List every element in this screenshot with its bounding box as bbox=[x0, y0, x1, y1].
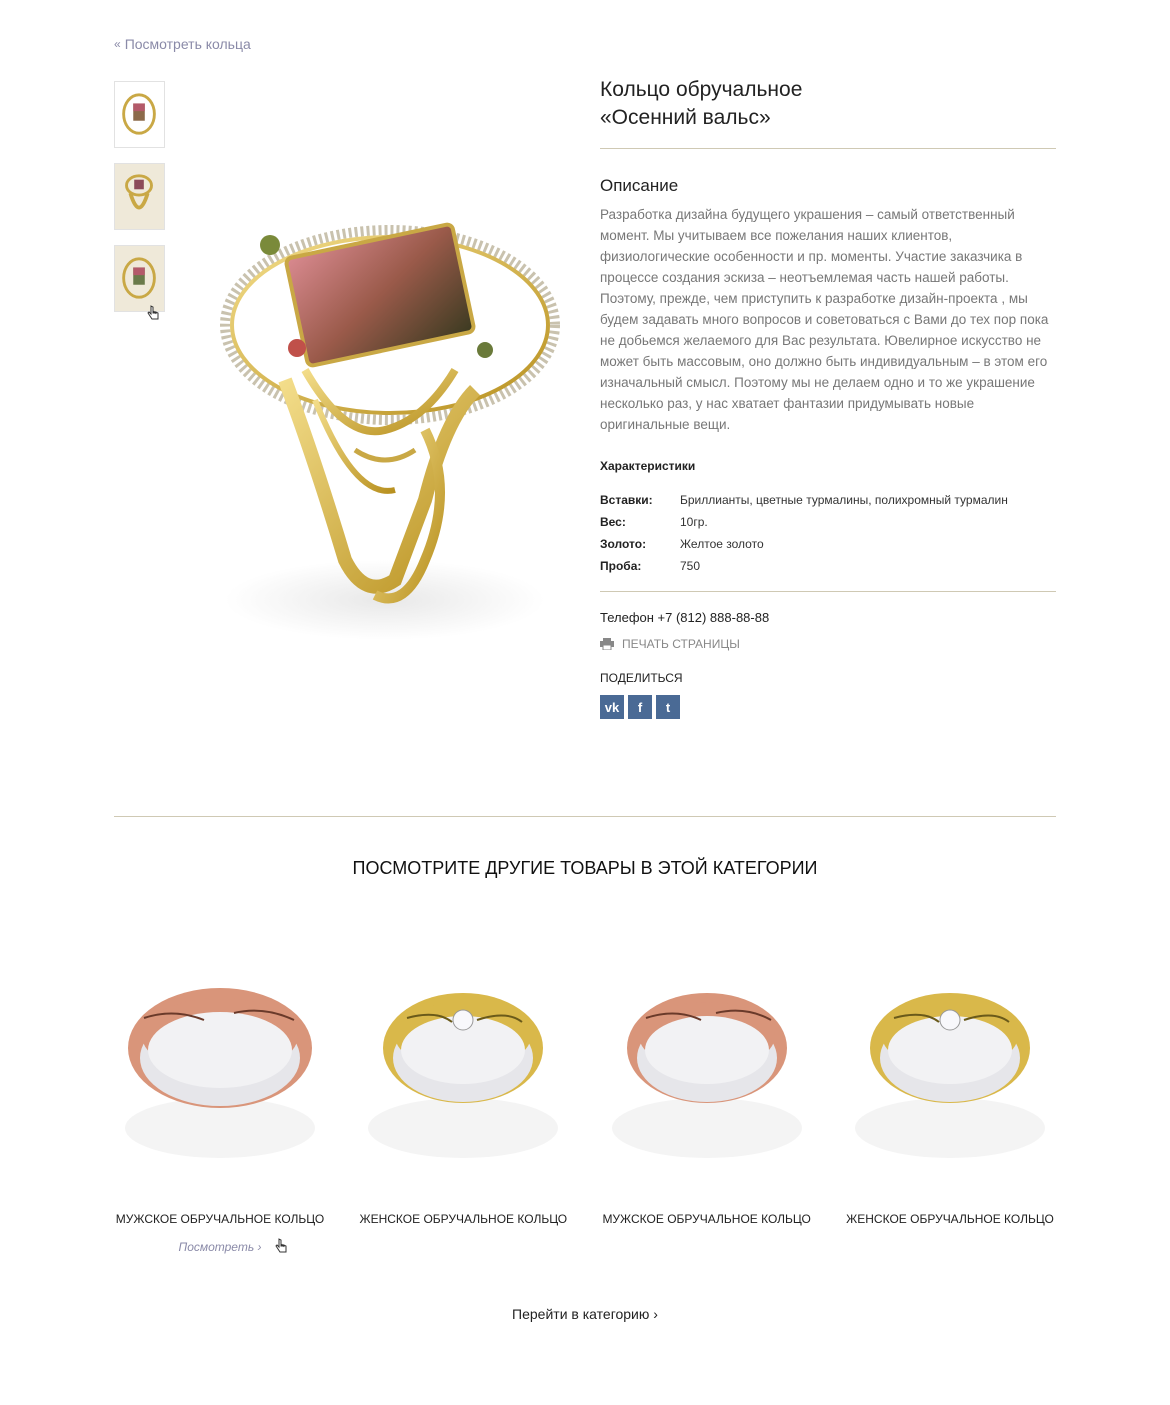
product-card-image[interactable] bbox=[357, 958, 569, 1178]
thumbnail-1[interactable] bbox=[114, 81, 165, 148]
phone-number: Телефон +7 (812) 888-88-88 bbox=[600, 610, 770, 625]
product-card-image[interactable] bbox=[844, 958, 1056, 1178]
spec-key: Вставки: bbox=[600, 493, 653, 507]
product-title: Кольцо обручальное «Осенний вальс» bbox=[600, 76, 1056, 132]
product-name[interactable]: ЖЕНСКОЕ ОБРУЧАЛЬНОЕ КОЛЬЦО bbox=[844, 1212, 1056, 1226]
product-card-image[interactable] bbox=[114, 958, 326, 1178]
back-link-label: Посмотреть кольца bbox=[124, 36, 251, 52]
spec-value: 750 bbox=[680, 559, 701, 573]
spec-key: Золото: bbox=[600, 537, 647, 551]
print-page-link[interactable]: ПЕЧАТЬ СТРАНИЦЫ bbox=[600, 637, 1056, 651]
product-card[interactable]: ЖЕНСКОЕ ОБРУЧАЛЬНОЕ КОЛЬЦО bbox=[844, 958, 1056, 1254]
rose-gold-ring-icon bbox=[125, 988, 315, 1158]
related-products-heading: ПОСМОТРИТЕ ДРУГИЕ ТОВАРЫ В ЭТОЙ КАТЕГОРИ… bbox=[352, 858, 818, 878]
spec-row: Золото: Желтое золото bbox=[600, 533, 1056, 555]
vk-share-button[interactable]: vk bbox=[600, 695, 624, 719]
main-product-image[interactable] bbox=[195, 200, 570, 670]
spec-row: Вставки: Бриллианты, цветные турмалины, … bbox=[600, 489, 1056, 511]
spec-row: Вес: 10гр. bbox=[600, 511, 1056, 533]
spec-key: Проба: bbox=[600, 559, 642, 573]
divider bbox=[600, 148, 1056, 149]
ring-thumbnail-icon bbox=[122, 93, 156, 135]
product-name[interactable]: ЖЕНСКОЕ ОБРУЧАЛЬНОЕ КОЛЬЦО bbox=[357, 1212, 569, 1226]
product-card[interactable]: МУЖСКОЕ ОБРУЧАЛЬНОЕ КОЛЬЦО Посмотреть › bbox=[114, 958, 326, 1254]
hand-cursor-icon bbox=[147, 305, 159, 320]
product-card[interactable]: ЖЕНСКОЕ ОБРУЧАЛЬНОЕ КОЛЬЦО bbox=[357, 958, 569, 1254]
specs-table: Вставки: Бриллианты, цветные турмалины, … bbox=[600, 489, 1056, 577]
share-buttons: vk f t bbox=[600, 695, 1056, 719]
product-title-line1: Кольцо обручальное bbox=[600, 78, 803, 101]
product-card-image[interactable] bbox=[601, 958, 813, 1178]
thumbnail-gallery bbox=[114, 81, 165, 327]
thumbnail-2[interactable] bbox=[114, 163, 165, 230]
description-heading: Описание bbox=[600, 176, 679, 195]
spec-value: Бриллианты, цветные турмалины, полихромн… bbox=[680, 493, 1008, 507]
go-to-category-link[interactable]: Перейти в категорию › bbox=[0, 1306, 1170, 1322]
divider bbox=[600, 591, 1056, 592]
product-card[interactable]: МУЖСКОЕ ОБРУЧАЛЬНОЕ КОЛЬЦО bbox=[601, 958, 813, 1254]
rose-gold-ring-icon bbox=[611, 993, 802, 1158]
gold-ring-with-diamond-icon bbox=[854, 993, 1045, 1158]
description-text: Разработка дизайна будущего украшения – … bbox=[600, 207, 1049, 432]
printer-icon bbox=[600, 638, 614, 650]
spec-value: Желтое золото bbox=[680, 537, 764, 551]
product-name[interactable]: МУЖСКОЕ ОБРУЧАЛЬНОЕ КОЛЬЦО bbox=[601, 1212, 813, 1226]
hand-cursor-icon bbox=[275, 1238, 287, 1253]
product-info: Кольцо обручальное «Осенний вальс» Описа… bbox=[600, 76, 1056, 719]
view-product-link[interactable]: Посмотреть › bbox=[114, 1240, 326, 1254]
section-divider bbox=[114, 816, 1056, 817]
share-heading: ПОДЕЛИТЬСЯ bbox=[600, 671, 683, 685]
spec-row: Проба: 750 bbox=[600, 555, 1056, 577]
tumblr-share-button[interactable]: t bbox=[656, 695, 680, 719]
gold-ring-with-diamond-icon bbox=[368, 993, 559, 1158]
thumbnail-3[interactable] bbox=[114, 245, 165, 312]
ring-thumbnail-icon bbox=[125, 174, 153, 210]
spec-value: 10гр. bbox=[680, 515, 708, 529]
print-label: ПЕЧАТЬ СТРАНИЦЫ bbox=[622, 637, 740, 651]
specs-heading: Характеристики bbox=[600, 459, 696, 473]
facebook-share-button[interactable]: f bbox=[628, 695, 652, 719]
spec-key: Вес: bbox=[600, 515, 626, 529]
double-chevron-left-icon: « bbox=[114, 37, 121, 51]
product-name[interactable]: МУЖСКОЕ ОБРУЧАЛЬНОЕ КОЛЬЦО bbox=[114, 1212, 326, 1226]
back-to-rings-link[interactable]: « Посмотреть кольца bbox=[114, 36, 251, 52]
product-title-line2: «Осенний вальс» bbox=[600, 106, 771, 129]
related-products-list: МУЖСКОЕ ОБРУЧАЛЬНОЕ КОЛЬЦО Посмотреть › … bbox=[114, 958, 1056, 1254]
ring-thumbnail-icon bbox=[122, 257, 156, 299]
